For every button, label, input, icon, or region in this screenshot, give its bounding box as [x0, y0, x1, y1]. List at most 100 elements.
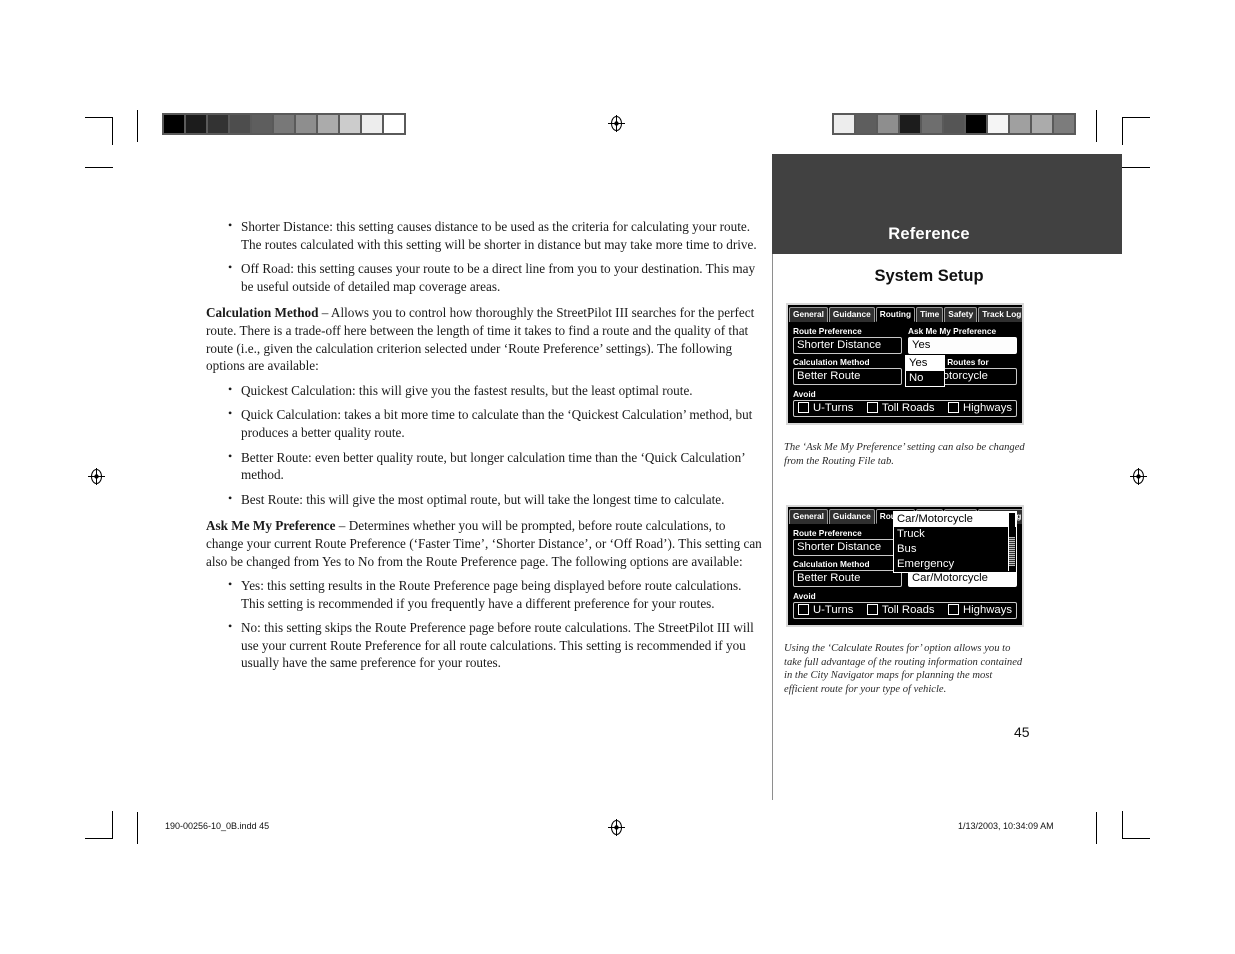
- crop-mark-top-left-v: [112, 117, 113, 145]
- gray-patch-1: [856, 115, 876, 133]
- figure2-caption: Using the ‘Calculate Routes for’ option …: [784, 643, 1023, 695]
- gps2-avoid-label-2: Highways: [963, 603, 1012, 616]
- gps2-value-calculation-method[interactable]: Better Route: [793, 569, 902, 587]
- gps2-tab-guidance[interactable]: Guidance: [828, 509, 875, 524]
- gps1-avoid-block: Avoid U-Turns Toll Roads Highways: [793, 389, 1017, 417]
- gray-patch-10: [384, 115, 404, 133]
- gps-screenshot-routing-calculate-routes: General Guidance Routing Time Safety Tra…: [786, 505, 1024, 627]
- gps1-value-ask-me[interactable]: Yes: [908, 336, 1017, 354]
- gps1-value-route-preference[interactable]: Shorter Distance: [793, 336, 902, 354]
- sidebar: Reference System Setup: [772, 154, 1122, 286]
- gps1-tab-track-log[interactable]: Track Log: [978, 307, 1022, 322]
- list-item: Quick Calculation: takes a bit more time…: [206, 405, 762, 441]
- paragraph-ask-me-my-preference: Ask Me My Preference – Determines whethe…: [206, 517, 762, 570]
- gray-patch-5: [274, 115, 294, 133]
- checkbox-icon[interactable]: [798, 604, 809, 615]
- gps1-field-ask-me[interactable]: Ask Me My Preference Yes: [908, 326, 1017, 354]
- crop-mark-left-lower-h: [85, 167, 113, 168]
- gray-patch-2: [878, 115, 898, 133]
- gray-patch-7: [318, 115, 338, 133]
- crop-mark-bottom-right-h: [1122, 838, 1150, 839]
- figure1-caption: The ‘Ask Me My Preference’ setting can a…: [784, 442, 1025, 467]
- grayscale-calibration-strip-right: [832, 113, 1076, 135]
- gps1-tab-guidance[interactable]: Guidance: [828, 307, 875, 322]
- gray-patch-9: [1032, 115, 1052, 133]
- gray-patch-9: [362, 115, 382, 133]
- gps1-label-ask-me: Ask Me My Preference: [908, 325, 997, 336]
- registration-target-top: [608, 115, 625, 132]
- gps1-row-1: Route Preference Shorter Distance Ask Me…: [793, 326, 1017, 354]
- gps1-dropdown-option-no[interactable]: No: [906, 371, 944, 386]
- gray-patch-0: [834, 115, 854, 133]
- crop-mark-bottom-left-h: [85, 838, 113, 839]
- gps2-dropdown-option-car-motorcycle[interactable]: Car/Motorcycle: [894, 512, 1016, 527]
- gps1-label-route-preference: Route Preference: [793, 325, 862, 336]
- gps1-tab-general[interactable]: General: [789, 307, 828, 322]
- gps1-avoid-label-2: Highways: [963, 401, 1012, 414]
- gps2-avoid-label-0: U-Turns: [813, 603, 854, 616]
- gps2-dropdown-scrollbar[interactable]: [1008, 513, 1015, 571]
- page-title: Reference: [888, 225, 970, 243]
- gps1-dropdown-option-yes[interactable]: Yes: [906, 356, 944, 371]
- checkbox-icon[interactable]: [948, 402, 960, 413]
- trim-rule-left-bottom: [137, 812, 138, 844]
- gray-patch-7: [988, 115, 1008, 133]
- gps2-label-calculation-method: Calculation Method: [793, 558, 870, 569]
- crop-mark-top-right-v: [1122, 117, 1123, 145]
- list-item: Quickest Calculation: this will give you…: [206, 381, 762, 400]
- gps2-checkbox-highways[interactable]: Highways: [948, 604, 1012, 616]
- gps2-tab-general[interactable]: General: [789, 509, 828, 524]
- gray-patch-8: [1010, 115, 1030, 133]
- gps2-field-calculation-method[interactable]: Calculation Method Better Route: [793, 559, 902, 587]
- term-ask-me-my-preference: Ask Me My Preference: [206, 518, 336, 534]
- checkbox-icon[interactable]: [866, 604, 878, 615]
- gps2-avoid-block: Avoid U-Turns Toll Roads Highways: [793, 591, 1017, 619]
- gps2-dropdown-option-bus[interactable]: Bus: [894, 542, 1016, 557]
- section-title: System Setup: [874, 267, 984, 285]
- footer-timestamp: 1/13/2003, 10:34:09 AM: [958, 821, 1054, 831]
- gps1-avoid-label-1: Toll Roads: [881, 401, 935, 414]
- gps1-checkbox-toll-roads[interactable]: Toll Roads: [866, 401, 935, 414]
- gps2-avoid-label-1: Toll Roads: [881, 603, 935, 616]
- gps2-field-route-preference[interactable]: Route Preference Shorter Distance: [793, 528, 902, 556]
- grayscale-calibration-strip-left: [162, 113, 406, 135]
- crop-mark-bottom-right-v: [1122, 811, 1123, 839]
- checkbox-icon[interactable]: [948, 604, 960, 615]
- footer-filename: 190-00256-10_0B.indd 45: [165, 821, 270, 831]
- gps2-dropdown-vehicle-type[interactable]: Car/Motorcycle Truck Bus Emergency: [893, 511, 1017, 573]
- gps1-label-calculation-method: Calculation Method: [793, 356, 870, 367]
- gps1-checkbox-highways[interactable]: Highways: [948, 402, 1012, 414]
- gps2-checkbox-u-turns[interactable]: U-Turns: [798, 604, 853, 616]
- gps1-field-calculation-method[interactable]: Calculation Method Better Route: [793, 357, 902, 385]
- bullet-list-ask-me-options: Yes: this setting results in the Route P…: [206, 576, 762, 672]
- gps2-value-route-preference[interactable]: Shorter Distance: [793, 538, 902, 556]
- gray-patch-0: [164, 115, 184, 133]
- gps1-field-route-preference[interactable]: Route Preference Shorter Distance: [793, 326, 902, 354]
- gps1-avoid-row: U-Turns Toll Roads Highways: [793, 399, 1017, 417]
- gps1-tab-time[interactable]: Time: [916, 307, 944, 322]
- gps2-label-route-preference: Route Preference: [793, 527, 862, 538]
- gps2-dropdown-option-emergency[interactable]: Emergency: [894, 557, 1016, 572]
- gps1-tab-safety[interactable]: Safety: [944, 307, 978, 322]
- gray-patch-4: [922, 115, 942, 133]
- gray-patch-4: [252, 115, 272, 133]
- gps1-dropdown-ask-me[interactable]: Yes No: [905, 355, 945, 387]
- gps1-value-calculation-method[interactable]: Better Route: [793, 367, 902, 385]
- gray-patch-10: [1054, 115, 1074, 133]
- gps2-checkbox-toll-roads[interactable]: Toll Roads: [866, 603, 935, 616]
- gps1-checkbox-u-turns[interactable]: U-Turns: [798, 402, 853, 414]
- gps2-dropdown-option-truck[interactable]: Truck: [894, 527, 1016, 542]
- checkbox-icon[interactable]: [866, 402, 878, 413]
- checkbox-icon[interactable]: [798, 402, 809, 413]
- page-number: 45: [1014, 724, 1030, 740]
- gray-patch-3: [900, 115, 920, 133]
- sidebar-divider: [772, 252, 773, 800]
- registration-target-right: [1130, 468, 1147, 485]
- gps1-tab-routing[interactable]: Routing: [875, 307, 916, 322]
- gps2-dropdown-scrollbar-thumb[interactable]: [1009, 537, 1015, 567]
- main-text-column: Shorter Distance: this setting causes di…: [206, 217, 762, 681]
- list-item: No: this setting skips the Route Prefere…: [206, 618, 762, 672]
- gps-screenshot-routing-ask-me: General Guidance Routing Time Safety Tra…: [786, 303, 1024, 425]
- trim-rule-left-top: [137, 110, 138, 142]
- list-item: Off Road: this setting causes your route…: [206, 259, 762, 295]
